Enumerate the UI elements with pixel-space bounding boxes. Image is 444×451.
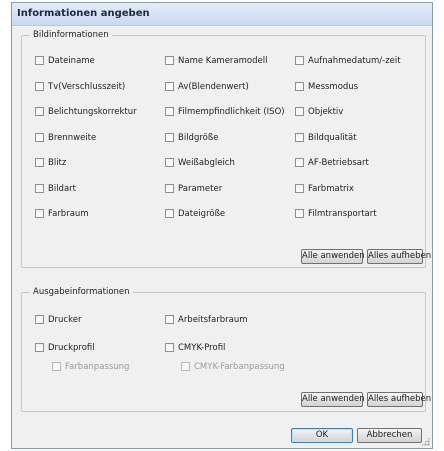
checkbox-box[interactable] bbox=[295, 56, 304, 65]
checkbox-label: Belichtungskorrektur bbox=[48, 107, 137, 117]
checkbox-box[interactable] bbox=[35, 56, 44, 65]
output-info-legend: Ausgabeinformationen bbox=[30, 287, 133, 298]
checkbox-box[interactable] bbox=[165, 107, 174, 116]
output-info-group: Ausgabeinformationen Drucker Arbeitsfarb… bbox=[21, 287, 431, 412]
checkbox-box[interactable] bbox=[52, 362, 61, 371]
checkbox-box[interactable] bbox=[165, 81, 174, 91]
ok-button[interactable]: OK bbox=[291, 428, 353, 443]
checkbox-label: CMYK-Profil bbox=[178, 343, 226, 353]
checkbox-box[interactable] bbox=[295, 107, 304, 116]
checkbox-box[interactable] bbox=[295, 158, 304, 167]
checkbox-label: Brennweite bbox=[48, 132, 97, 143]
checkbox-label: Objektiv bbox=[308, 107, 344, 117]
checkbox-label: Weißabgleich bbox=[178, 158, 235, 168]
checkbox-box[interactable] bbox=[35, 132, 44, 142]
checkbox-box[interactable] bbox=[35, 107, 44, 116]
checkbox-label: AF-Betriebsart bbox=[308, 158, 369, 168]
checkbox-box[interactable] bbox=[165, 343, 174, 352]
checkbox-label: Name Kameramodell bbox=[178, 56, 268, 66]
checkbox-box[interactable] bbox=[35, 183, 44, 193]
checkbox-label: Tv(Verschlusszeit) bbox=[48, 81, 126, 92]
checkbox-box[interactable] bbox=[165, 183, 174, 193]
checkbox-box[interactable] bbox=[165, 158, 174, 167]
checkbox-label: Druckprofil bbox=[48, 343, 95, 353]
checkbox-label: Farbmatrix bbox=[308, 183, 354, 194]
checkbox-label: Dateiname bbox=[48, 56, 95, 66]
checkbox-box[interactable] bbox=[181, 362, 190, 371]
checkbox-label: CMYK-Farbanpassung bbox=[194, 362, 285, 372]
checkbox-label: Farbanpassung bbox=[65, 362, 130, 372]
checkbox-label: Bildart bbox=[48, 183, 76, 194]
resize-grip-icon[interactable] bbox=[421, 437, 430, 446]
checkbox-label: Bildgröße bbox=[178, 132, 219, 143]
checkbox-box[interactable] bbox=[35, 158, 44, 167]
checkbox-label: Filmempfindlichkeit (ISO) bbox=[178, 107, 285, 117]
checkbox-box[interactable] bbox=[35, 315, 44, 324]
checkbox-label: Bildqualität bbox=[308, 132, 357, 143]
output-apply-all-button[interactable]: Alle anwenden bbox=[301, 392, 365, 407]
checkbox-box[interactable] bbox=[295, 209, 304, 218]
checkbox-label: Parameter bbox=[178, 183, 223, 194]
checkbox-label: Farbraum bbox=[48, 209, 89, 219]
checkbox-box[interactable] bbox=[35, 343, 44, 352]
image-info-group: Bildinformationen Dateiname Name Kameramo… bbox=[21, 30, 431, 268]
checkbox-label: Drucker bbox=[48, 315, 82, 325]
image-info-legend: Bildinformationen bbox=[30, 30, 112, 41]
cancel-button[interactable]: Abbrechen bbox=[357, 428, 422, 443]
image-clear-all-button[interactable]: Alles aufheben bbox=[367, 249, 431, 264]
checkbox-box[interactable] bbox=[295, 132, 304, 142]
checkbox-box[interactable] bbox=[165, 56, 174, 65]
checkbox-box[interactable] bbox=[35, 81, 44, 91]
checkbox-box[interactable] bbox=[295, 183, 304, 193]
checkbox-box[interactable] bbox=[35, 209, 44, 218]
checkbox-box[interactable] bbox=[165, 132, 174, 142]
dialog-window: Informationen angeben Bildinformationen … bbox=[11, 2, 433, 449]
output-clear-all-button[interactable]: Alles aufheben bbox=[367, 392, 431, 407]
dialog-title: Informationen angeben bbox=[17, 8, 150, 19]
checkbox-box[interactable] bbox=[165, 209, 174, 218]
checkbox-label: Dateigröße bbox=[178, 209, 226, 219]
title-bar: Informationen angeben bbox=[12, 3, 432, 26]
checkbox-label: Messmodus bbox=[308, 81, 359, 92]
checkbox-box[interactable] bbox=[165, 315, 174, 324]
checkbox-box[interactable] bbox=[295, 81, 304, 91]
checkbox-label: Av(Blendenwert) bbox=[178, 81, 249, 92]
image-apply-all-button[interactable]: Alle anwenden bbox=[301, 249, 365, 264]
checkbox-label: Aufnahmedatum/-zeit bbox=[308, 56, 401, 66]
checkbox-label: Blitz bbox=[48, 158, 67, 168]
checkbox-label: Filmtransportart bbox=[308, 209, 377, 219]
checkbox-label: Arbeitsfarbraum bbox=[178, 315, 248, 325]
